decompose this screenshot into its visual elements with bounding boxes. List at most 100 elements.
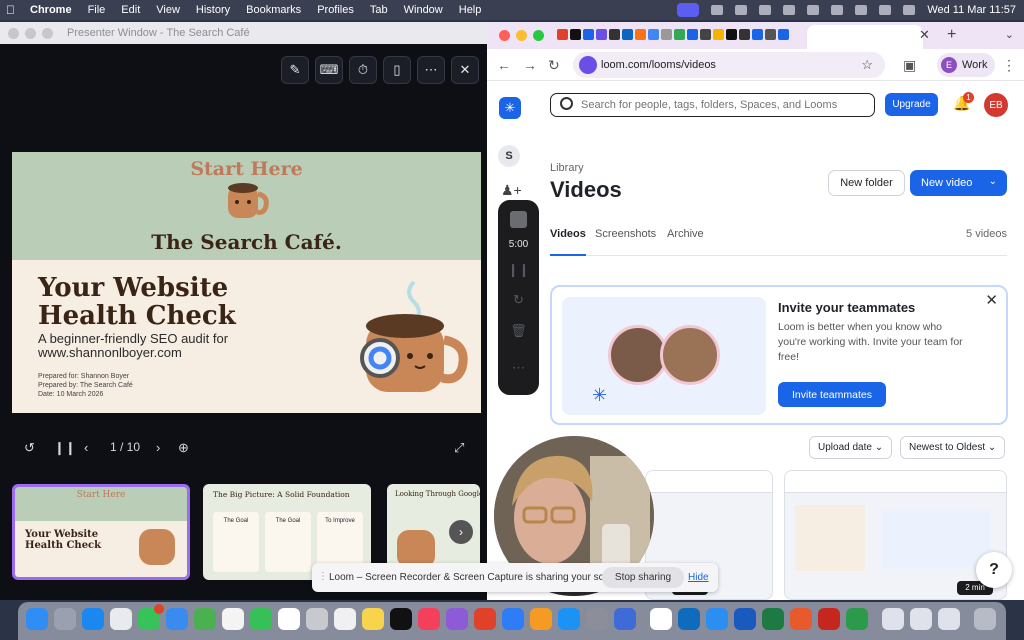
- facetime-icon[interactable]: [250, 608, 272, 630]
- recent-document-icon[interactable]: [938, 608, 960, 630]
- help-button[interactable]: ?: [976, 552, 1012, 588]
- photos-icon[interactable]: [222, 608, 244, 630]
- previous-slide-icon[interactable]: ‹: [84, 440, 88, 455]
- menu-window[interactable]: Window: [404, 4, 443, 16]
- tab-videos[interactable]: Videos: [550, 228, 586, 256]
- control-center-icon[interactable]: [903, 5, 916, 15]
- menu-profiles[interactable]: Profiles: [317, 4, 354, 16]
- status-icon[interactable]: [711, 5, 724, 15]
- tab-favicon[interactable]: [765, 29, 776, 40]
- menu-help[interactable]: Help: [459, 4, 482, 16]
- app-icon[interactable]: [790, 608, 812, 630]
- slide-thumbnail-1[interactable]: Start Here Your Website Health Check: [12, 484, 190, 580]
- close-icon[interactable]: ✕: [985, 291, 998, 309]
- tab-favicon[interactable]: [622, 29, 633, 40]
- search-icon[interactable]: [879, 5, 892, 15]
- search-input[interactable]: [550, 93, 875, 117]
- keyboard-icon[interactable]: ⌨: [315, 56, 343, 84]
- calendar-icon[interactable]: [278, 608, 300, 630]
- pen-icon[interactable]: ✎: [281, 56, 309, 84]
- loom-dock-icon[interactable]: [650, 608, 672, 630]
- menu-app-name[interactable]: Chrome: [30, 4, 72, 16]
- tab-favicon[interactable]: [700, 29, 711, 40]
- site-info-icon[interactable]: [579, 56, 597, 74]
- pause-recording-icon[interactable]: ❙❙: [498, 262, 539, 278]
- safari-icon[interactable]: [82, 608, 104, 630]
- tab-favicon[interactable]: [609, 29, 620, 40]
- status-icon[interactable]: [735, 5, 748, 15]
- pause-icon[interactable]: ❙❙: [54, 440, 76, 456]
- back-icon[interactable]: ←: [497, 57, 511, 73]
- more-options-icon[interactable]: ⋯: [498, 360, 539, 376]
- window-controls[interactable]: [499, 30, 544, 41]
- new-video-button[interactable]: New video ⌄: [910, 170, 1007, 196]
- workspace-avatar[interactable]: S: [498, 145, 520, 167]
- profile-chip[interactable]: E Work: [937, 53, 996, 77]
- tab-favicon[interactable]: [739, 29, 750, 40]
- drag-handle-icon[interactable]: ⋮: [318, 571, 328, 582]
- reload-icon[interactable]: ↻: [548, 57, 560, 74]
- next-slide-icon[interactable]: ›: [156, 440, 160, 455]
- notes-icon[interactable]: [362, 608, 384, 630]
- contacts-icon[interactable]: [306, 608, 328, 630]
- user-avatar[interactable]: EB: [984, 93, 1008, 117]
- tab-favicon[interactable]: [661, 29, 672, 40]
- tab-screenshots[interactable]: Screenshots: [595, 228, 656, 256]
- video-card[interactable]: 2 min: [784, 470, 1007, 600]
- close-icon[interactable]: ✕: [451, 56, 479, 84]
- recent-document-icon[interactable]: [882, 608, 904, 630]
- apple-icon[interactable]: : [6, 3, 20, 17]
- forward-icon[interactable]: →: [523, 57, 537, 73]
- tv-icon[interactable]: [390, 608, 412, 630]
- outlook-icon[interactable]: [678, 608, 700, 630]
- new-folder-button[interactable]: New folder: [828, 170, 905, 196]
- timer-icon[interactable]: ⏱: [349, 56, 377, 84]
- tab-favicon[interactable]: [635, 29, 646, 40]
- app-store-icon[interactable]: [558, 608, 580, 630]
- reminders-icon[interactable]: [334, 608, 356, 630]
- new-tab-icon[interactable]: +: [947, 26, 956, 44]
- finder-icon[interactable]: [26, 608, 48, 630]
- remote-icon[interactable]: ▯: [383, 56, 411, 84]
- status-icon[interactable]: [759, 5, 772, 15]
- menu-file[interactable]: File: [88, 4, 106, 16]
- extensions-icon[interactable]: ▣: [903, 57, 916, 74]
- zoom-in-icon[interactable]: ⊕: [178, 440, 189, 456]
- tab-favicon[interactable]: [583, 29, 594, 40]
- word-icon[interactable]: [734, 608, 756, 630]
- recent-document-icon[interactable]: [910, 608, 932, 630]
- tab-favicon[interactable]: [752, 29, 763, 40]
- close-tab-icon[interactable]: ✕: [919, 27, 930, 43]
- delete-recording-icon[interactable]: 🗑: [498, 323, 539, 339]
- sort-order-dropdown[interactable]: Newest to Oldest ⌄: [900, 436, 1006, 459]
- podcasts-icon[interactable]: [446, 608, 468, 630]
- tab-favicon[interactable]: [596, 29, 607, 40]
- active-tab[interactable]: [807, 25, 923, 49]
- tab-favicon[interactable]: [674, 29, 685, 40]
- restart-icon[interactable]: ↺: [24, 440, 35, 456]
- tab-favicon[interactable]: [570, 29, 581, 40]
- fullscreen-icon[interactable]: ⤢: [454, 440, 464, 456]
- pages-icon[interactable]: [530, 608, 552, 630]
- tab-favicon[interactable]: [726, 29, 737, 40]
- tab-archive[interactable]: Archive: [667, 228, 704, 256]
- menu-edit[interactable]: Edit: [121, 4, 140, 16]
- status-icon[interactable]: [783, 5, 796, 15]
- tab-favicon[interactable]: [778, 29, 789, 40]
- chrome-icon[interactable]: [110, 608, 132, 630]
- invite-teammates-button[interactable]: Invite teammates: [778, 382, 886, 407]
- tab-favicon[interactable]: [713, 29, 724, 40]
- loom-logo-icon[interactable]: ✳: [499, 97, 521, 119]
- app-icon[interactable]: [706, 608, 728, 630]
- upgrade-button[interactable]: Upgrade: [885, 93, 938, 116]
- address-bar[interactable]: loom.com/looms/videos ☆: [573, 52, 885, 78]
- app-icon[interactable]: [846, 608, 868, 630]
- launchpad-icon[interactable]: [54, 608, 76, 630]
- keynote-icon[interactable]: [502, 608, 524, 630]
- system-settings-icon[interactable]: [586, 608, 608, 630]
- tab-favicon[interactable]: [687, 29, 698, 40]
- loom-recording-indicator-icon[interactable]: [677, 3, 700, 17]
- menu-bookmarks[interactable]: Bookmarks: [246, 4, 301, 16]
- tab-favicon[interactable]: [557, 29, 568, 40]
- menubar-clock[interactable]: Wed 11 Mar 11:57: [927, 4, 1016, 16]
